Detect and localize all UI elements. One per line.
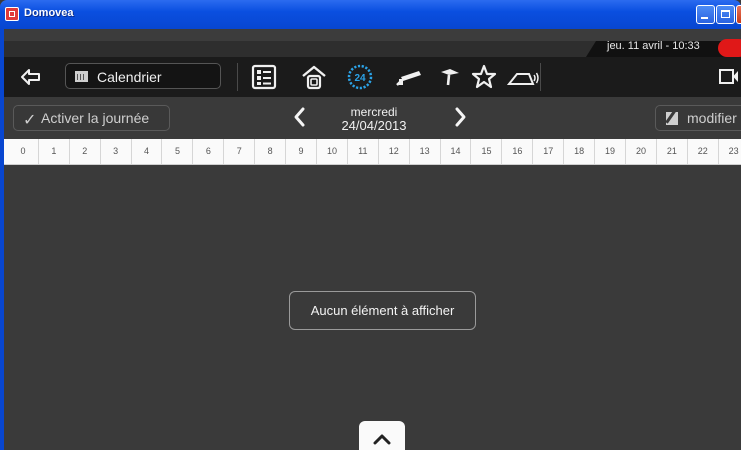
hour-tick: 4 — [132, 139, 163, 164]
hour-tick: 13 — [410, 139, 441, 164]
close-button[interactable] — [736, 5, 741, 24]
hour-tick: 17 — [533, 139, 565, 164]
hour-tick: 23 — [719, 139, 741, 164]
hour-tick: 8 — [255, 139, 287, 164]
hour-tick: 6 — [193, 139, 225, 164]
current-date: 24/04/2013 — [341, 118, 407, 133]
hour-tick: 11 — [348, 139, 379, 164]
edit-button[interactable]: modifier — [655, 105, 741, 131]
toolbar-divider — [540, 63, 541, 91]
svg-text:24: 24 — [354, 73, 366, 84]
hour-tick: 7 — [224, 139, 256, 164]
star-icon[interactable] — [470, 63, 498, 91]
hour-tick: 12 — [379, 139, 410, 164]
check-icon: ✓ — [23, 112, 37, 129]
hour-tick: 18 — [564, 139, 596, 164]
main-toolbar: Calendrier 24 — [4, 57, 741, 97]
hour-ruler: 0 1 2 3 4 5 6 7 8 9 10 11 12 13 14 15 16 17 18 19 20 21 22 23 — [4, 139, 741, 165]
back-arrow-icon[interactable] — [19, 65, 43, 89]
app-logo-icon — [5, 7, 19, 21]
home-alarm-icon[interactable] — [507, 63, 541, 91]
home-icon[interactable] — [300, 63, 328, 91]
hour-tick: 10 — [317, 139, 348, 164]
pointer-icon[interactable] — [436, 63, 464, 91]
list-panel-icon[interactable] — [250, 63, 278, 91]
activate-day-button[interactable]: ✓ Activer la journée — [13, 105, 170, 131]
hour-tick: 2 — [70, 139, 101, 164]
app-content: jeu. 11 avril - 10:33 Calendrier 24 ✓ Ac… — [4, 29, 741, 450]
calendar-view-label: Calendrier — [97, 69, 162, 85]
activate-day-label: Activer la journée — [41, 110, 150, 126]
hour-tick: 21 — [657, 139, 688, 164]
minimize-button[interactable] — [696, 5, 715, 24]
next-day-chevron-icon[interactable] — [453, 105, 469, 129]
current-datetime: jeu. 11 avril - 10:33 — [607, 40, 700, 52]
alarm-indicator[interactable] — [718, 39, 741, 57]
status-bar: jeu. 11 avril - 10:33 — [4, 29, 741, 57]
hour-tick: 14 — [441, 139, 472, 164]
title-bar[interactable]: Domovea — [0, 0, 741, 29]
hour-tick: 15 — [472, 139, 503, 164]
expand-panel-button[interactable] — [359, 421, 405, 450]
calendar-icon — [75, 71, 88, 82]
hour-tick: 5 — [163, 139, 194, 164]
edit-icon — [666, 112, 678, 125]
empty-state-message: Aucun élément à afficher — [289, 291, 476, 330]
hour-tick: 22 — [688, 139, 719, 164]
window-title: Domovea — [24, 7, 74, 19]
hour-tick: 3 — [101, 139, 132, 164]
day-name: mercredi — [350, 105, 398, 119]
chevron-up-icon — [373, 434, 391, 445]
hour-tick: 19 — [595, 139, 626, 164]
camera-icon[interactable] — [395, 63, 423, 91]
day-navigation: ✓ Activer la journée mercredi 24/04/2013… — [4, 97, 741, 137]
hour-tick: 0 — [8, 139, 39, 164]
previous-day-chevron-icon[interactable] — [291, 105, 307, 129]
hour-tick: 16 — [502, 139, 534, 164]
hour-tick: 1 — [39, 139, 70, 164]
calendar-view-button[interactable]: Calendrier — [65, 63, 221, 89]
clock-24-icon[interactable]: 24 — [346, 63, 374, 91]
toolbar-divider — [237, 63, 238, 91]
edit-label: modifier — [687, 110, 737, 126]
hour-tick: 9 — [286, 139, 317, 164]
hour-tick: 20 — [626, 139, 657, 164]
exit-icon[interactable] — [718, 68, 738, 85]
maximize-button[interactable] — [716, 5, 735, 24]
app-window: Domovea jeu. 11 avril - 10:33 Calendrier — [0, 0, 741, 450]
